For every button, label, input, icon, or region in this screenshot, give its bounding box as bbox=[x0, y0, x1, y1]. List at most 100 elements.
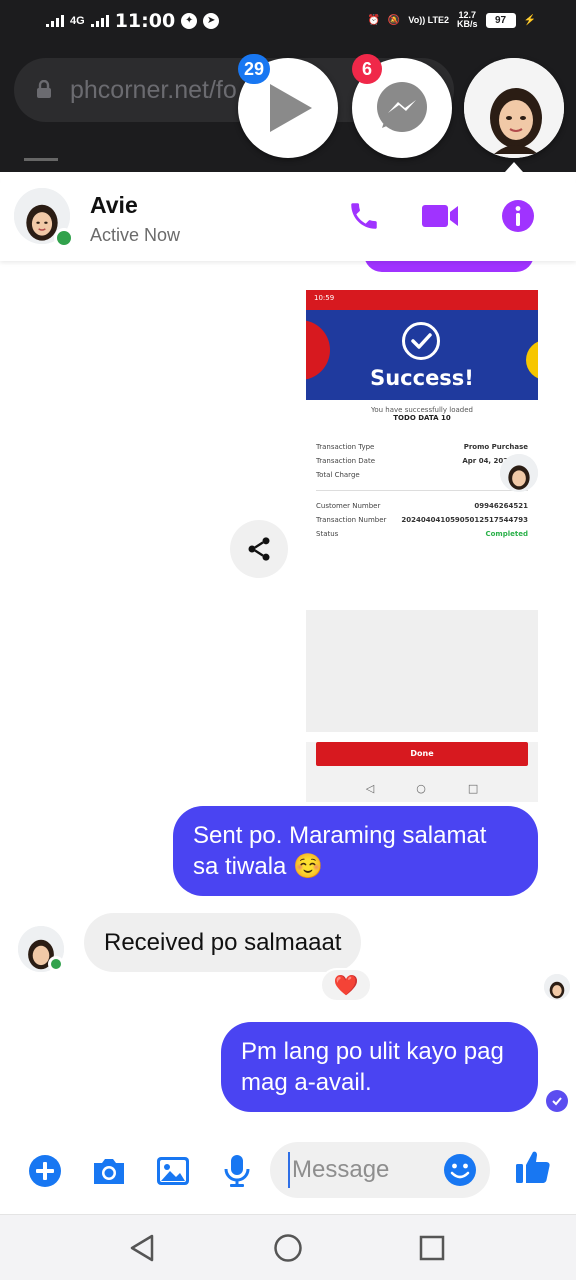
lock-icon bbox=[37, 80, 51, 98]
plus-button[interactable] bbox=[26, 1152, 64, 1190]
video-chathead[interactable]: 29 bbox=[238, 54, 338, 158]
attachment-status-bar: 10:59 bbox=[306, 290, 538, 310]
emoji-button[interactable] bbox=[442, 1152, 478, 1188]
messenger-chathead[interactable]: 6 bbox=[352, 54, 452, 158]
mute-icon: 🔕 bbox=[387, 14, 401, 26]
status-bar: 4G 11:00 ✦ ➤ ⏰ 🔕 Vo)) LTE2 12.7 KB/s 97 ⚡ bbox=[0, 0, 576, 46]
system-nav-bar bbox=[0, 1214, 576, 1280]
home-icon bbox=[274, 1234, 302, 1262]
video-camera-icon bbox=[422, 205, 458, 227]
share-button[interactable] bbox=[230, 520, 288, 578]
recents-icon: □ bbox=[467, 781, 479, 795]
back-icon bbox=[130, 1234, 154, 1262]
chathead-pointer bbox=[505, 162, 523, 172]
detail-row: Customer Number 09946264521 bbox=[316, 499, 528, 513]
volte-indicator: Vo)) LTE2 bbox=[408, 14, 450, 25]
microphone-icon bbox=[224, 1155, 250, 1187]
info-button[interactable] bbox=[498, 196, 538, 236]
detail-label: Transaction Date bbox=[316, 457, 376, 465]
image-attachment[interactable]: 10:59 Success! You have successfully loa… bbox=[306, 290, 538, 802]
alarm-icon: ⏰ bbox=[367, 14, 380, 26]
back-button[interactable] bbox=[126, 1232, 158, 1264]
thumbs-up-icon bbox=[516, 1151, 550, 1183]
clock: 11:00 bbox=[114, 10, 176, 32]
reaction-badge[interactable]: ❤️ bbox=[320, 968, 372, 1002]
contact-name[interactable]: Avie bbox=[90, 192, 138, 219]
signal-icon bbox=[46, 15, 64, 27]
contact-avatar[interactable] bbox=[14, 188, 74, 248]
menu-icon[interactable] bbox=[24, 158, 58, 161]
detail-row: Total Charge bbox=[316, 468, 528, 482]
online-indicator bbox=[54, 228, 74, 248]
delivered-check-icon bbox=[546, 1090, 568, 1112]
checkmark-icon bbox=[552, 1097, 562, 1106]
messenger-notif-icon: ✦ bbox=[181, 13, 198, 29]
phone-icon bbox=[351, 203, 377, 229]
recents-button[interactable] bbox=[416, 1232, 448, 1264]
attachment-product: TODO DATA 10 bbox=[393, 414, 451, 422]
attachment-time: 10:59 bbox=[314, 294, 335, 302]
gallery-button[interactable] bbox=[154, 1152, 192, 1190]
composer-bar bbox=[0, 1132, 576, 1210]
detail-row: Status Completed bbox=[316, 527, 528, 541]
voice-call-button[interactable] bbox=[344, 196, 384, 236]
chathead-badge: 6 bbox=[352, 54, 382, 84]
attachment-title: Success! bbox=[370, 366, 474, 390]
check-circle-icon bbox=[402, 322, 440, 360]
emoji-icon bbox=[444, 1154, 476, 1186]
status-right: ⏰ 🔕 Vo)) LTE2 12.7 KB/s 97 ⚡ bbox=[367, 11, 536, 29]
contact-chathead[interactable] bbox=[464, 58, 564, 158]
attachment-navbar: ◁ ○ □ bbox=[306, 774, 538, 802]
voice-message-button[interactable] bbox=[218, 1152, 256, 1190]
divider bbox=[316, 490, 528, 491]
home-button[interactable] bbox=[272, 1232, 304, 1264]
detail-row: Transaction Type Promo Purchase bbox=[316, 440, 528, 454]
network-type: 4G bbox=[70, 15, 85, 27]
battery-indicator: 97 bbox=[485, 12, 516, 28]
plus-icon bbox=[29, 1155, 61, 1187]
net-speed: 12.7 KB/s bbox=[457, 11, 478, 29]
outgoing-message[interactable]: Pm lang po ulit kayo pag mag a-avail. bbox=[221, 1022, 538, 1112]
detail-value: 09946264521 bbox=[474, 502, 528, 510]
active-status: Active Now bbox=[90, 225, 181, 245]
done-button: Done bbox=[316, 742, 528, 766]
signal-icon-2 bbox=[90, 15, 109, 27]
back-icon: ◁ bbox=[365, 781, 375, 795]
camera-button[interactable] bbox=[90, 1152, 128, 1190]
net-speed-unit: KB/s bbox=[457, 19, 478, 29]
image-icon bbox=[157, 1157, 189, 1185]
avatar-image bbox=[544, 974, 570, 1000]
chat-panel: Avie Active Now 10:59 Success! You have … bbox=[0, 172, 576, 1280]
avatar-image bbox=[500, 454, 538, 492]
online-indicator bbox=[48, 956, 64, 972]
chat-header: Avie Active Now bbox=[0, 172, 576, 261]
seen-receipt-avatar bbox=[544, 974, 570, 1000]
detail-label: Transaction Number bbox=[316, 516, 387, 524]
detail-label: Status bbox=[316, 530, 339, 538]
message-input-container bbox=[270, 1142, 490, 1198]
checkmark-icon bbox=[411, 333, 432, 349]
sender-avatar[interactable] bbox=[18, 926, 64, 972]
info-icon bbox=[502, 200, 534, 232]
video-call-button[interactable] bbox=[420, 196, 460, 236]
camera-icon bbox=[94, 1159, 124, 1184]
incoming-message[interactable]: Received po salmaaat bbox=[84, 913, 362, 972]
detail-value: 20240404105905012517544793 bbox=[401, 516, 528, 524]
detail-row: Transaction Date Apr 04, 2024 10: bbox=[316, 454, 528, 468]
detail-row: Transaction Number 2024040410590501251754… bbox=[316, 513, 528, 527]
attachment-chathead bbox=[500, 454, 538, 492]
detail-value: Promo Purchase bbox=[463, 443, 528, 451]
message-input[interactable] bbox=[288, 1152, 438, 1188]
like-button[interactable] bbox=[514, 1148, 552, 1186]
attachment-hero: Success! bbox=[306, 310, 538, 400]
outgoing-message[interactable]: Sent po. Maraming salamat sa tiwala ☺️ bbox=[173, 806, 538, 896]
detail-label: Customer Number bbox=[316, 502, 381, 510]
home-icon: ○ bbox=[416, 781, 426, 795]
charging-icon: ⚡ bbox=[523, 14, 536, 26]
detail-value: Completed bbox=[485, 530, 528, 538]
status-left: 4G 11:00 ✦ ➤ bbox=[46, 10, 220, 32]
share-icon bbox=[248, 537, 270, 561]
detail-label: Total Charge bbox=[316, 471, 360, 479]
detail-label: Transaction Type bbox=[316, 443, 375, 451]
attachment-empty-area bbox=[306, 610, 538, 732]
